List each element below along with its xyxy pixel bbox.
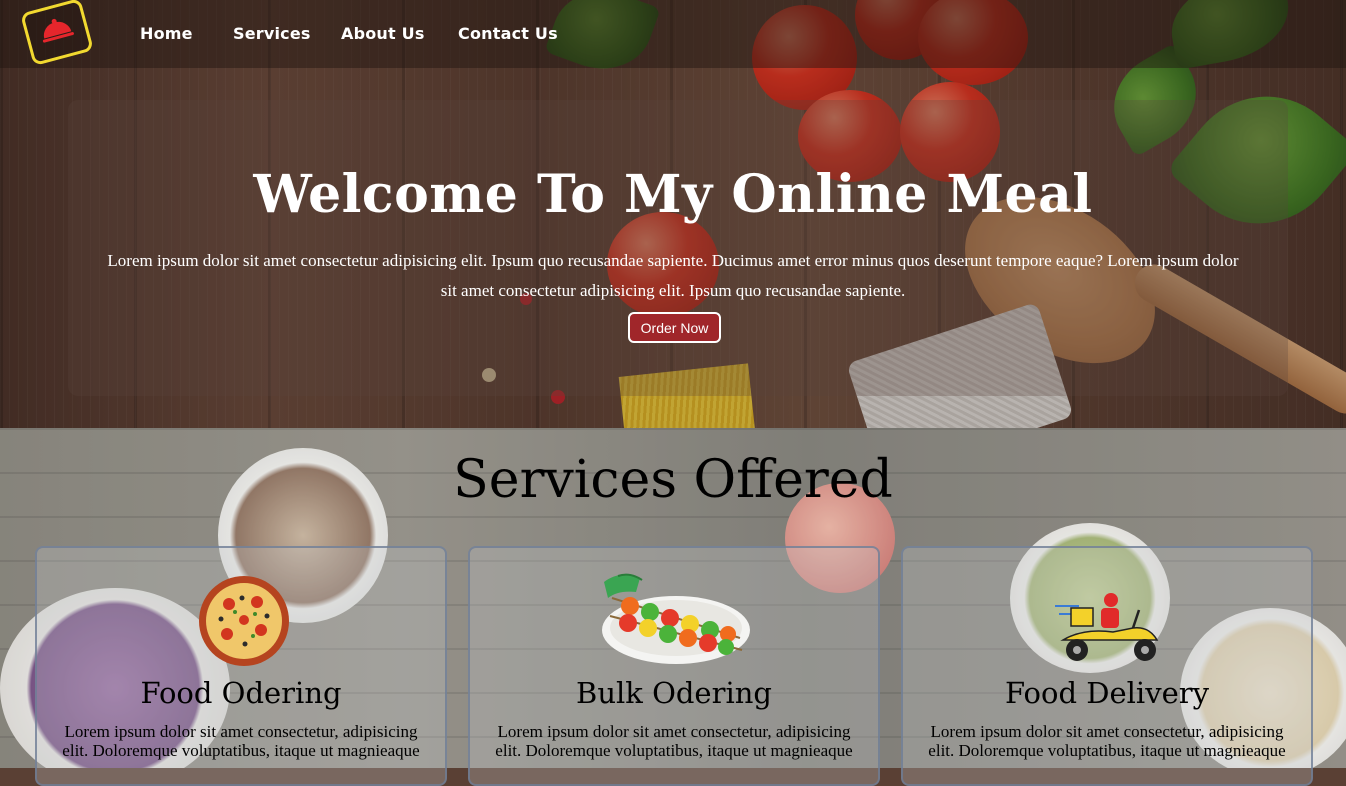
card-title: Bulk Odering xyxy=(576,676,772,710)
cloche-icon xyxy=(35,10,79,53)
nav-about-link[interactable]: About Us xyxy=(341,24,425,43)
delivery-scooter-icon xyxy=(1053,592,1165,669)
nav-services-link[interactable]: Services xyxy=(233,24,311,43)
order-now-button[interactable]: Order Now xyxy=(628,312,721,343)
hero-title: Welcome To My Online Meal xyxy=(253,164,1093,225)
card-title: Food Odering xyxy=(140,676,342,710)
logo-link[interactable] xyxy=(20,0,94,67)
nav-contact-link[interactable]: Contact Us xyxy=(458,24,558,43)
nav-home-link[interactable]: Home xyxy=(140,24,193,43)
navbar: Home Services About Us Contact Us xyxy=(0,0,1346,68)
hero-description: Lorem ipsum dolor sit amet consectetur a… xyxy=(107,251,1239,300)
service-card-food-delivery[interactable]: Food Delivery Lorem ipsum dolor sit amet… xyxy=(901,546,1313,786)
skewers-platter-icon xyxy=(600,568,752,673)
card-description: Lorem ipsum dolor sit amet consectetur, … xyxy=(495,722,853,760)
service-card-bulk-ordering[interactable]: Bulk Odering Lorem ipsum dolor sit amet … xyxy=(468,546,880,786)
hero-section: Welcome To My Online Meal Lorem ipsum do… xyxy=(0,0,1346,428)
service-card-food-ordering[interactable]: Food Odering Lorem ipsum dolor sit amet … xyxy=(35,546,447,786)
pizza-icon xyxy=(197,574,291,673)
card-description: Lorem ipsum dolor sit amet consectetur, … xyxy=(928,722,1286,760)
card-title: Food Delivery xyxy=(1005,676,1209,710)
card-description: Lorem ipsum dolor sit amet consectetur, … xyxy=(62,722,420,760)
services-title: Services Offered xyxy=(453,450,893,510)
